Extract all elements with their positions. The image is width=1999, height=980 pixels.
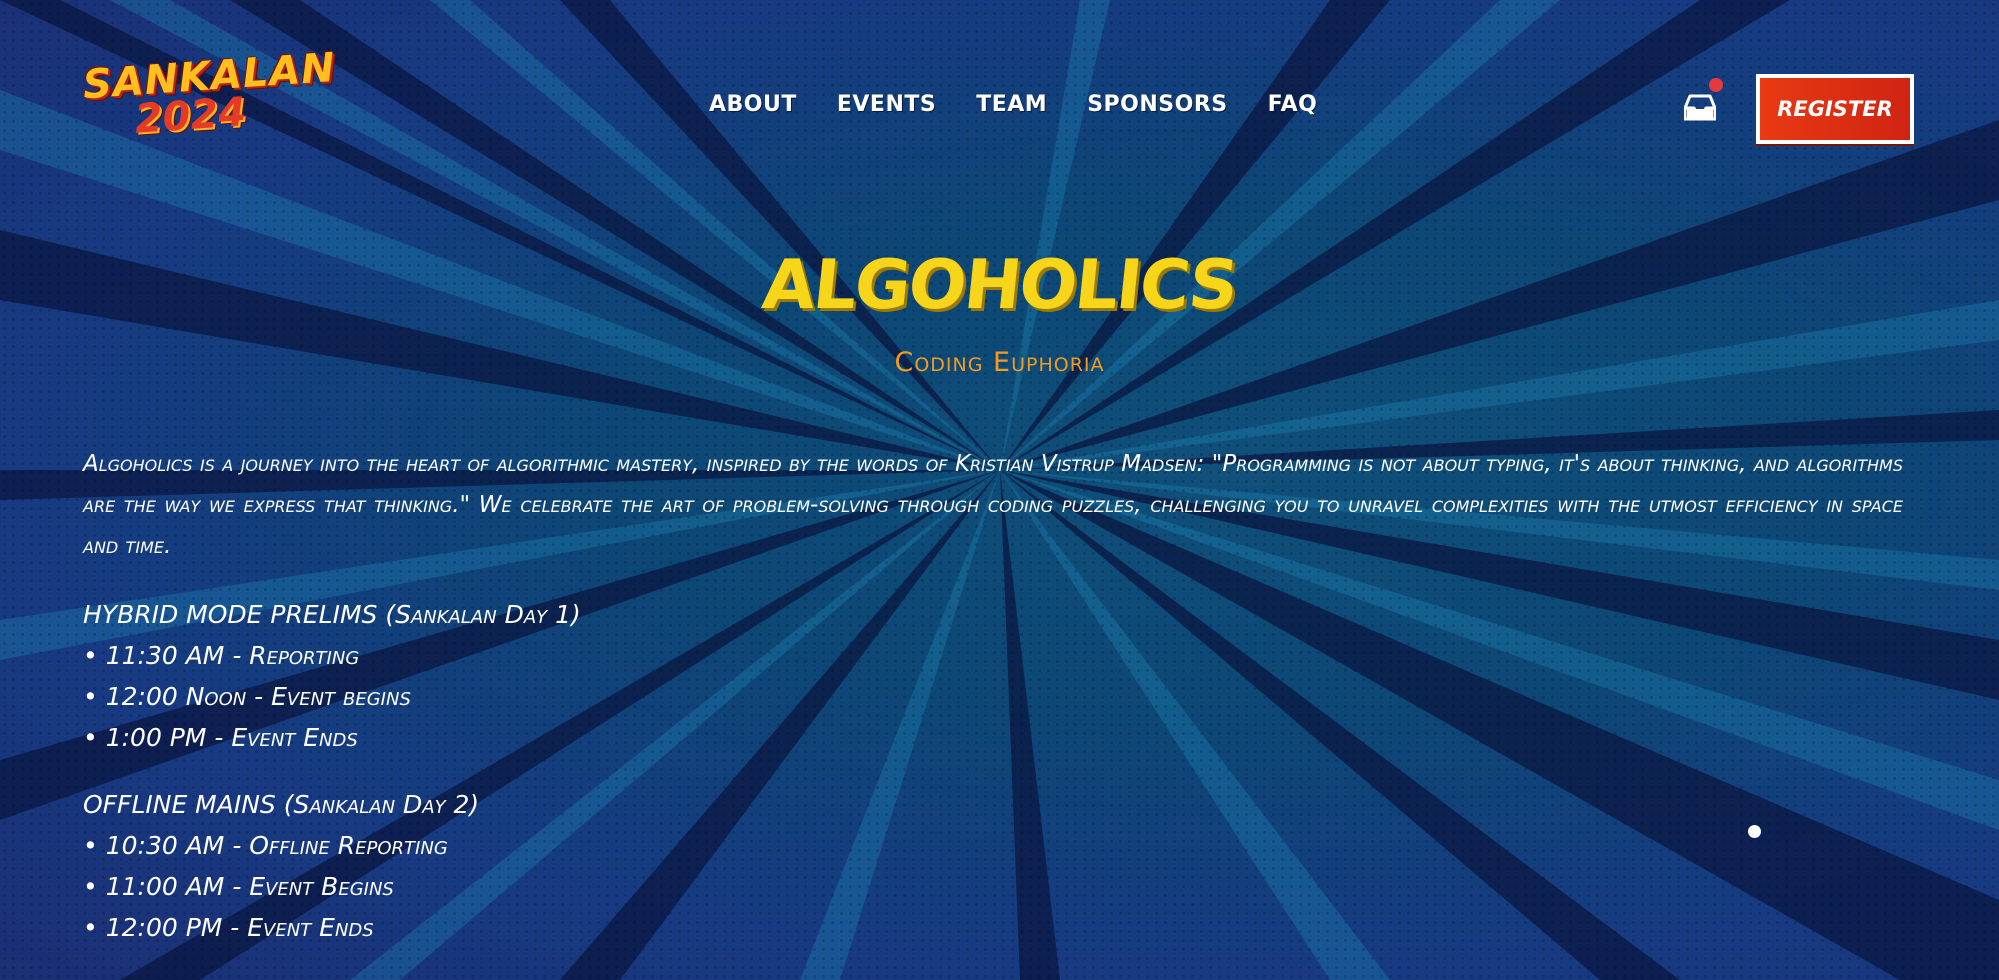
inbox-icon[interactable] xyxy=(1684,92,1716,122)
schedule-item: 12:00 PM - Event Ends xyxy=(83,907,479,948)
sankalan-logo[interactable]: SANKALAN 2024 xyxy=(81,45,337,143)
schedule-item: 10:30 AM - Offline Reporting xyxy=(83,825,479,866)
schedule-item: 12:00 Noon - Event begins xyxy=(83,676,581,717)
carousel-dot[interactable] xyxy=(1748,825,1761,838)
schedule-list: 10:30 AM - Offline Reporting 11:00 AM - … xyxy=(83,825,479,948)
main-nav: ABOUT EVENTS TEAM SPONSORS FAQ xyxy=(709,92,1317,117)
event-description: Algoholics is a journey into the heart o… xyxy=(83,451,1903,559)
event-subtitle: Coding Euphoria xyxy=(894,347,1105,378)
nav-sponsors[interactable]: SPONSORS xyxy=(1087,92,1227,117)
notification-badge xyxy=(1709,78,1723,92)
schedule-list: 11:30 AM - Reporting 12:00 Noon - Event … xyxy=(83,635,581,758)
schedule-item: 1:00 PM - Event Ends xyxy=(83,717,581,758)
register-button[interactable]: REGISTER xyxy=(1756,74,1914,144)
nav-team[interactable]: TEAM xyxy=(976,92,1047,117)
nav-about[interactable]: ABOUT xyxy=(709,92,797,117)
schedule-item: 11:30 AM - Reporting xyxy=(83,635,581,676)
schedule-mains: OFFLINE MAINS (Sankalan Day 2) 10:30 AM … xyxy=(83,784,479,948)
schedule-prelims: HYBRID MODE PRELIMS (Sankalan Day 1) 11:… xyxy=(83,594,581,758)
schedule-item: 11:00 AM - Event Begins xyxy=(83,866,479,907)
event-title: ALGOHOLICS xyxy=(758,246,1241,325)
schedule-heading: HYBRID MODE PRELIMS (Sankalan Day 1) xyxy=(83,600,581,629)
page-content: SANKALAN 2024 ABOUT EVENTS TEAM SPONSORS… xyxy=(0,0,1999,980)
nav-faq[interactable]: FAQ xyxy=(1268,92,1318,117)
nav-events[interactable]: EVENTS xyxy=(837,92,936,117)
schedule-heading: OFFLINE MAINS (Sankalan Day 2) xyxy=(83,790,480,819)
